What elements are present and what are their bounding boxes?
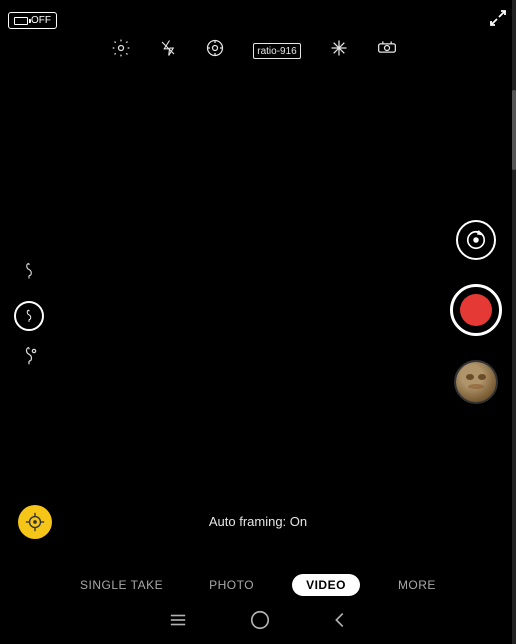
scrollbar[interactable] xyxy=(512,0,516,644)
settings-icon[interactable] xyxy=(111,38,131,63)
motion-icon[interactable] xyxy=(205,38,225,63)
scrollbar-thumb xyxy=(512,90,516,170)
system-nav xyxy=(0,609,516,636)
expand-icon[interactable] xyxy=(488,8,508,33)
last-photo-thumbnail[interactable] xyxy=(454,360,498,404)
ratio-label: ratio-916 xyxy=(257,46,296,57)
auto-framing-emoji xyxy=(18,505,52,539)
camera-viewfinder xyxy=(0,0,512,644)
right-controls xyxy=(450,220,502,404)
auto-framing-text: Auto framing: On xyxy=(209,514,307,529)
auto-framing-section: Auto framing: On xyxy=(0,514,516,529)
flash-off-icon[interactable] xyxy=(159,38,177,63)
record-dot xyxy=(460,294,492,326)
battery-off-badge: OFF xyxy=(8,12,57,29)
left-controls xyxy=(14,260,44,372)
filter-selected-icon[interactable] xyxy=(14,301,44,331)
settings-row: ratio-916 xyxy=(0,38,508,63)
ratio-icon[interactable]: ratio-916 xyxy=(253,43,300,59)
mode-tabs: SINGLE TAKE PHOTO VIDEO MORE xyxy=(0,574,516,596)
filter-light-icon[interactable] xyxy=(20,260,38,287)
tab-single-take[interactable]: SINGLE TAKE xyxy=(72,574,171,596)
tab-video[interactable]: VIDEO xyxy=(292,574,360,596)
tab-photo[interactable]: PHOTO xyxy=(201,574,262,596)
home-icon[interactable] xyxy=(249,609,271,636)
filter-sparkle-icon[interactable] xyxy=(19,345,39,372)
sparkle-icon[interactable] xyxy=(329,38,349,63)
recent-apps-icon[interactable] xyxy=(167,611,189,634)
battery-icon xyxy=(14,17,28,25)
top-bar: OFF xyxy=(8,8,508,33)
back-icon[interactable] xyxy=(331,609,349,636)
tab-more[interactable]: MORE xyxy=(390,574,444,596)
flip-camera-icon[interactable] xyxy=(377,38,397,63)
record-button[interactable] xyxy=(450,284,502,336)
off-label: OFF xyxy=(31,15,51,26)
framing-button[interactable] xyxy=(456,220,496,260)
thumbnail-image xyxy=(456,362,496,402)
